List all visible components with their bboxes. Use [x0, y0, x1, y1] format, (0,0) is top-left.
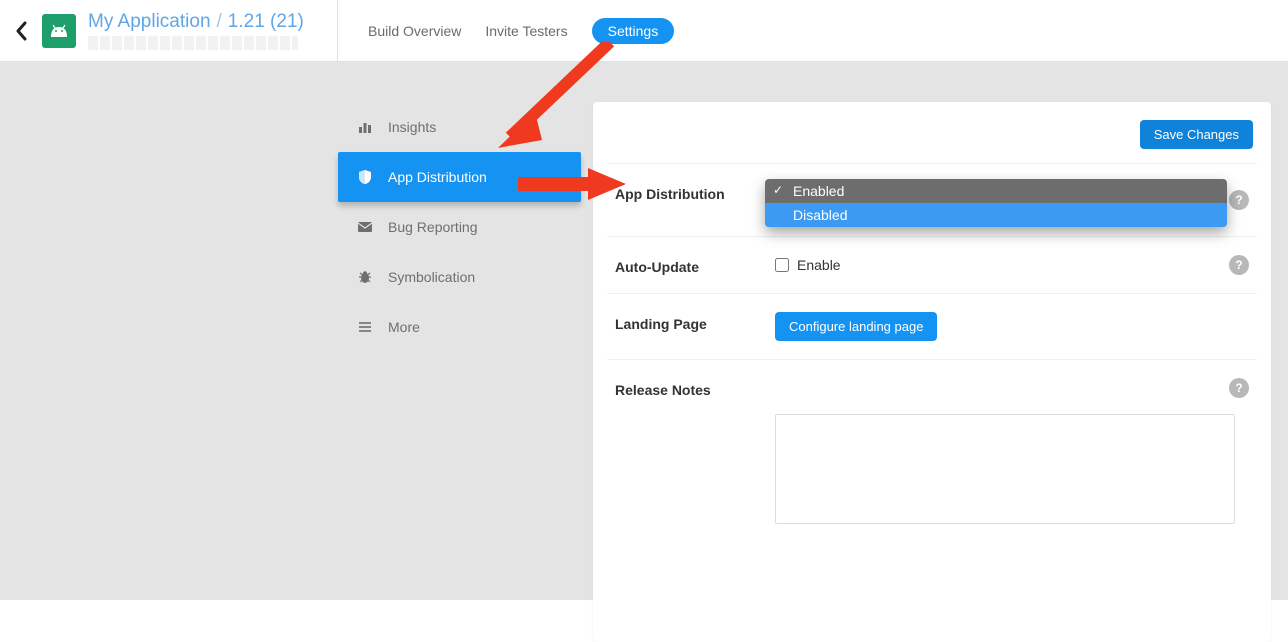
auto-update-checkbox-wrap[interactable]: Enable — [775, 257, 1219, 273]
mail-icon — [356, 218, 374, 236]
row-landing-page: Landing Page Configure landing page — [607, 293, 1257, 359]
row-auto-update: Auto-Update Enable ? — [607, 236, 1257, 293]
nav-build-overview[interactable]: Build Overview — [368, 23, 461, 39]
configure-landing-page-button[interactable]: Configure landing page — [775, 312, 937, 341]
dropdown-popover: Enabled Disabled — [765, 179, 1227, 227]
sidebar-item-label: Bug Reporting — [388, 219, 478, 235]
nav-settings[interactable]: Settings — [592, 18, 675, 44]
breadcrumb-separator: / — [217, 11, 222, 34]
auto-update-checkbox[interactable] — [775, 258, 789, 272]
dropdown-option-enabled[interactable]: Enabled — [765, 179, 1227, 203]
app-version[interactable]: 1.21 (21) — [228, 11, 304, 34]
sidebar-item-label: App Distribution — [388, 169, 487, 185]
sidebar-item-more[interactable]: More — [338, 302, 581, 352]
menu-icon — [356, 318, 374, 336]
help-icon[interactable]: ? — [1229, 378, 1249, 398]
sidebar-item-label: Insights — [388, 119, 436, 135]
sidebar-item-bug-reporting[interactable]: Bug Reporting — [338, 202, 581, 252]
app-distribution-select[interactable]: Enabled Disabled — [775, 182, 1219, 218]
card-header: Save Changes — [607, 116, 1257, 163]
row-label-release-notes: Release Notes — [615, 378, 765, 398]
app-logo — [42, 14, 76, 48]
row-app-distribution: App Distribution Enabled Disabled ? — [607, 163, 1257, 236]
bug-icon — [356, 268, 374, 286]
topbar-left: My Application / 1.21 (21) — [0, 0, 338, 61]
help-icon[interactable]: ? — [1229, 190, 1249, 210]
topbar: My Application / 1.21 (21) Build Overvie… — [0, 0, 1288, 62]
shield-icon — [356, 168, 374, 186]
topbar-nav: Build Overview Invite Testers Settings — [338, 18, 674, 44]
body-area: Insights App Distribution Bug Reporting … — [0, 62, 1288, 600]
row-release-notes: Release Notes ? — [607, 359, 1257, 542]
app-name[interactable]: My Application — [88, 11, 211, 34]
sidebar-item-label: Symbolication — [388, 269, 475, 285]
sidebar-item-app-distribution[interactable]: App Distribution — [338, 152, 581, 202]
row-label-auto-update: Auto-Update — [615, 255, 765, 275]
help-icon[interactable]: ? — [1229, 255, 1249, 275]
android-icon — [48, 23, 70, 39]
chevron-left-icon — [15, 21, 29, 41]
sidebar-item-symbolication[interactable]: Symbolication — [338, 252, 581, 302]
app-subtitle-redacted — [88, 36, 298, 50]
settings-card: Save Changes App Distribution Enabled Di… — [593, 102, 1271, 642]
dropdown-option-disabled[interactable]: Disabled — [765, 203, 1227, 227]
sidebar-item-label: More — [388, 319, 420, 335]
side-nav: Insights App Distribution Bug Reporting … — [338, 102, 581, 352]
row-label-app-distribution: App Distribution — [615, 182, 765, 202]
insights-icon — [356, 118, 374, 136]
nav-invite-testers[interactable]: Invite Testers — [485, 23, 567, 39]
auto-update-checkbox-label: Enable — [797, 257, 841, 273]
release-notes-textarea[interactable] — [775, 414, 1235, 524]
save-changes-button[interactable]: Save Changes — [1140, 120, 1253, 149]
app-titles: My Application / 1.21 (21) — [88, 11, 304, 51]
back-button[interactable] — [8, 21, 36, 41]
sidebar-item-insights[interactable]: Insights — [338, 102, 581, 152]
row-label-landing-page: Landing Page — [615, 312, 765, 332]
